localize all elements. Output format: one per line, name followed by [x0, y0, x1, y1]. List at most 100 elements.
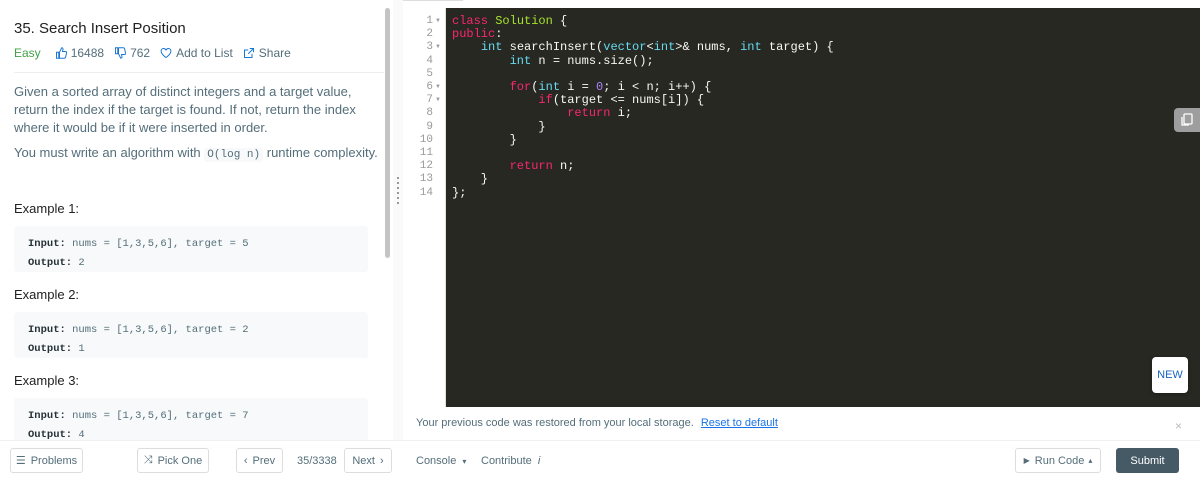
fold-arrow-icon[interactable]: ▼ — [435, 84, 441, 90]
code-line[interactable]: public: — [452, 28, 502, 41]
submit-button[interactable]: Submit — [1116, 448, 1179, 473]
code-line[interactable]: }; — [452, 186, 466, 200]
share-button[interactable]: Share — [243, 46, 291, 60]
shuffle-icon: ⤨ — [143, 454, 153, 466]
description-scrollbar[interactable] — [385, 8, 390, 258]
example-3-output: 4 — [78, 429, 85, 440]
problem-meta-bar: Easy 16488 762 Add to List Share — [14, 45, 301, 61]
contribute-label: Contribute — [481, 455, 532, 467]
line-number: 1 — [426, 15, 433, 27]
meta-divider — [14, 72, 384, 73]
restore-message: Your previous code was restored from you… — [416, 417, 694, 429]
example-2-input: nums = [1,3,5,6], target = 2 — [72, 324, 249, 336]
line-number: 10 — [419, 133, 433, 146]
like-button[interactable]: 16488 — [55, 46, 104, 60]
code-line[interactable]: class Solution { — [452, 15, 567, 28]
share-label: Share — [258, 46, 291, 60]
prev-label: Prev — [252, 454, 276, 467]
example-3-box: Input: nums = [1,3,5,6], target = 7 Outp… — [14, 398, 368, 440]
chevron-left-icon: ‹ — [243, 454, 248, 467]
thumbs-down-icon — [115, 47, 127, 59]
page-counter: 35/3338 — [297, 455, 337, 467]
example-2-output: 1 — [78, 343, 85, 355]
close-icon[interactable]: × — [1175, 419, 1182, 433]
fold-arrow-icon[interactable]: ▼ — [435, 44, 441, 50]
pick-one-label: Pick One — [157, 454, 203, 467]
code-line[interactable]: return n; — [452, 160, 575, 173]
problem-description: Given a sorted array of distinct integer… — [14, 84, 356, 135]
list-icon: ☰ — [15, 455, 26, 467]
add-to-list-button[interactable]: Add to List — [160, 46, 233, 60]
leetcode-problem-page: 35. Search Insert Position Easy 16488 76… — [0, 0, 1200, 477]
problems-button[interactable]: ☰ Problems — [10, 448, 83, 473]
code-line[interactable]: } — [452, 133, 517, 147]
example-3-input: nums = [1,3,5,6], target = 7 — [72, 410, 249, 422]
problems-label: Problems — [30, 454, 78, 467]
play-icon: ▶ — [1023, 456, 1030, 465]
thumbs-up-icon — [55, 47, 67, 59]
example-1-box: Input: nums = [1,3,5,6], target = 5 Outp… — [14, 226, 368, 272]
next-button[interactable]: Next › — [344, 448, 392, 473]
output-label: Output: — [28, 429, 73, 440]
complexity-prefix: You must write an algorithm with — [14, 145, 201, 160]
caret-down-icon: ▾ — [462, 457, 467, 466]
code-line[interactable]: int n = nums.size(); — [452, 54, 654, 68]
example-1-input: nums = [1,3,5,6], target = 5 — [72, 238, 249, 250]
line-number: 11 — [419, 147, 433, 159]
complexity-code: O(log n) — [204, 148, 264, 162]
code-line[interactable]: } — [452, 173, 488, 186]
run-code-button[interactable]: ▶ Run Code ▴ — [1015, 448, 1101, 473]
code-line[interactable]: if(target <= nums[i]) { — [452, 94, 704, 107]
output-label: Output: — [28, 257, 73, 269]
line-number: 5 — [426, 67, 433, 80]
complexity-requirement: You must write an algorithm with O(log n… — [14, 144, 384, 164]
code-line[interactable]: int searchInsert(vector<int>& nums, int … — [452, 41, 834, 54]
heart-icon — [160, 48, 172, 59]
dislike-count: 762 — [130, 46, 151, 60]
reset-to-default-link[interactable]: Reset to default — [701, 417, 778, 429]
code-editor[interactable]: 1 ▼ 2 3 ▼ 4 5 6 ▼ 7 ▼ 8 9 10 11 12 13 14 class Solution {… — [403, 8, 1200, 407]
example-1-title: Example 1: — [14, 201, 80, 216]
line-number: 12 — [419, 160, 433, 173]
example-1-output: 2 — [78, 257, 85, 269]
chevron-right-icon: › — [379, 454, 384, 467]
output-label: Output: — [28, 343, 73, 355]
copy-icon — [1181, 113, 1193, 126]
input-label: Input: — [28, 324, 66, 336]
fold-arrow-icon[interactable]: ▼ — [435, 97, 441, 103]
new-feature-badge[interactable]: NEW — [1152, 357, 1188, 393]
contribute-link[interactable]: Contribute i — [481, 455, 540, 467]
drag-handle-icon[interactable] — [397, 177, 399, 205]
editor-tab-stub — [403, 0, 463, 3]
line-number: 8 — [426, 107, 433, 120]
fold-arrow-icon[interactable]: ▼ — [435, 18, 441, 24]
caret-up-icon: ▴ — [1088, 456, 1093, 465]
next-label: Next — [352, 454, 375, 467]
code-line[interactable]: return i; — [452, 107, 632, 120]
code-line[interactable]: for(int i = 0; i < n; i++) { — [452, 81, 712, 94]
code-line[interactable]: } — [452, 120, 545, 134]
line-number-gutter: 1 ▼ 2 3 ▼ 4 5 6 ▼ 7 ▼ 8 9 10 11 12 13 14 — [403, 8, 446, 407]
line-number: 7 — [426, 94, 433, 107]
input-label: Input: — [28, 238, 66, 250]
like-count: 16488 — [70, 46, 105, 60]
line-number: 13 — [419, 173, 433, 186]
add-to-list-label: Add to List — [176, 46, 233, 60]
line-number: 4 — [426, 54, 433, 67]
share-icon — [243, 48, 254, 58]
prev-button[interactable]: ‹ Prev — [236, 448, 283, 473]
dislike-button[interactable]: 762 — [114, 46, 150, 60]
input-label: Input: — [28, 410, 66, 422]
example-3-title: Example 3: — [14, 373, 80, 388]
complexity-suffix: runtime complexity. — [266, 145, 378, 160]
console-label: Console — [416, 455, 457, 467]
console-toggle[interactable]: Console ▾ — [416, 455, 466, 467]
copy-code-button[interactable] — [1174, 108, 1200, 132]
problem-title: 35. Search Insert Position — [14, 20, 186, 37]
pick-one-button[interactable]: ⤨ Pick One — [137, 448, 209, 473]
line-number: 6 — [426, 81, 433, 93]
line-number: 9 — [426, 120, 433, 133]
example-2-box: Input: nums = [1,3,5,6], target = 2 Outp… — [14, 312, 368, 358]
pane-splitter[interactable] — [393, 0, 403, 440]
line-number: 3 — [426, 41, 433, 54]
